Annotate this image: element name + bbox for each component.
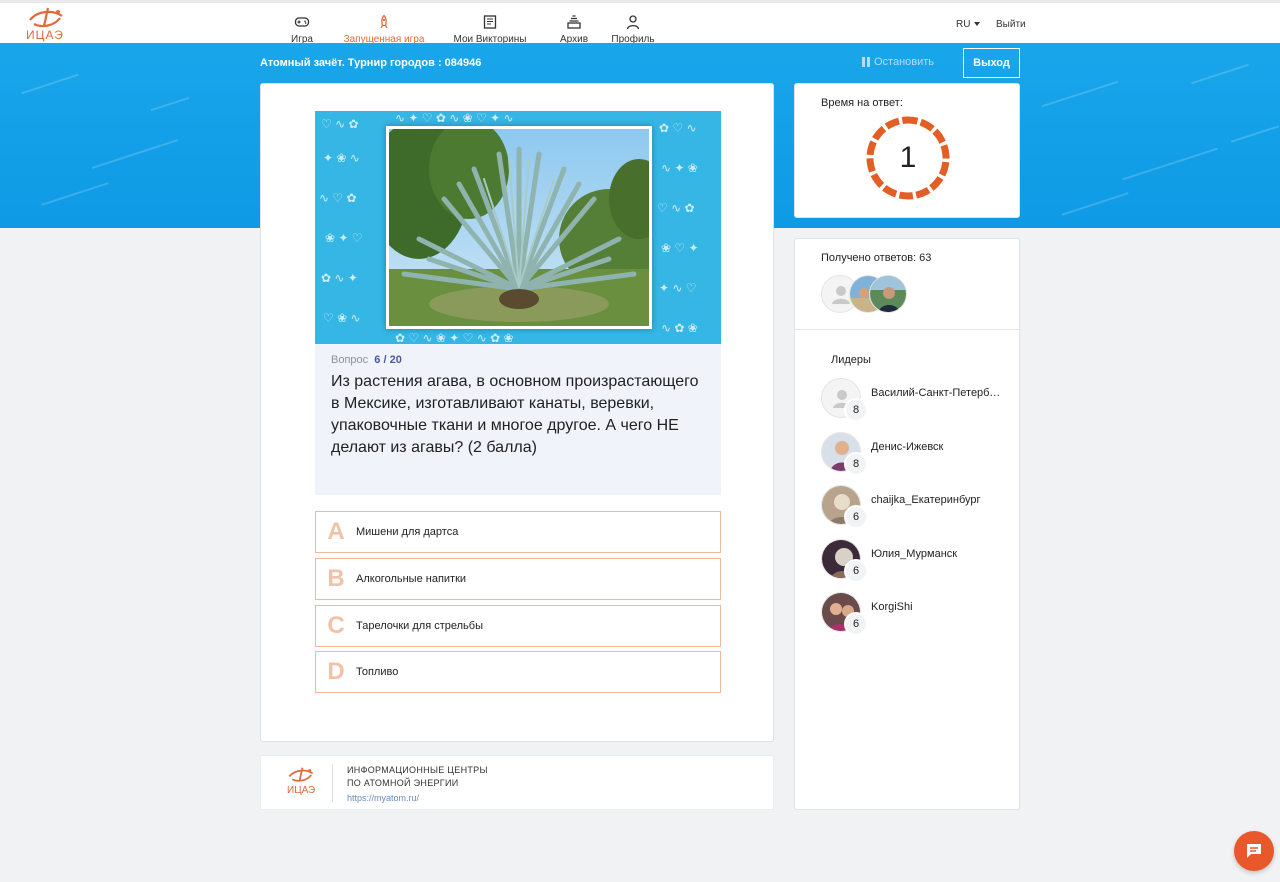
leader-score: 6: [844, 505, 868, 529]
answer-letter: B: [327, 565, 345, 592]
caret-down-icon: [974, 22, 981, 27]
avatar-photo: [870, 276, 906, 312]
question-label: Вопрос: [331, 354, 369, 366]
answer-letter: D: [327, 658, 345, 685]
question-number: 6: [374, 354, 381, 366]
question-image: ♡ ∿ ✿ ✦ ❀ ∿ ∿ ♡ ✿ ❀ ✦ ♡ ✿ ∿ ✦ ♡ ❀ ∿ ✿ ♡ …: [315, 111, 721, 344]
leader-score: 8: [844, 452, 868, 476]
footer-logo: ИЦАЭ: [285, 766, 317, 800]
agave-plant-image: [389, 129, 649, 326]
stop-button[interactable]: Остановить: [862, 56, 934, 68]
answer-option-a[interactable]: A Мишени для дартса: [315, 511, 721, 553]
logout-link[interactable]: Выйти: [996, 19, 1026, 30]
leader-name: Юлия_Мурманск: [871, 548, 958, 560]
leader-item: 6 KorgiShi: [821, 592, 1011, 636]
leader-name: Василий-Санкт-Петербург: [871, 387, 1001, 399]
pause-icon: [862, 57, 870, 67]
leader-score: 8: [844, 398, 868, 422]
nav-item-profile[interactable]: Профиль: [607, 8, 659, 46]
stop-button-label: Остановить: [874, 56, 935, 68]
stats-divider: [795, 329, 1021, 330]
answer-text: Алкогольные напитки: [356, 573, 467, 585]
footer-card: ИЦАЭ ИНФОРМАЦИОННЫЕ ЦЕНТРЫ ПО АТОМНОЙ ЭН…: [260, 755, 774, 810]
leader-name: Денис-Ижевск: [871, 441, 944, 453]
timer-label: Время на ответ:: [821, 97, 903, 109]
footer-logo-text: ИЦАЭ: [287, 785, 316, 796]
question-total: / 20: [383, 354, 402, 366]
leader-item: 6 Юлия_Мурманск: [821, 539, 1011, 583]
footer-divider: [332, 764, 333, 802]
timer-card: Время на ответ: 1: [794, 83, 1020, 218]
logo-text: ИЦАЭ: [26, 28, 64, 42]
question-counter: Вопрос 6 / 20: [331, 354, 705, 366]
leader-item: 6 chaijka_Екатеринбург: [821, 485, 1011, 529]
rocket-icon: [380, 14, 388, 29]
agave-photo: [386, 126, 652, 329]
exit-button[interactable]: Выход: [963, 48, 1020, 78]
brand-logo[interactable]: ИЦАЭ: [24, 6, 68, 44]
leader-score: 6: [844, 612, 868, 636]
atom-logo-icon: [29, 7, 63, 28]
leader-item: 8 Денис-Ижевск: [821, 432, 1011, 476]
answer-letter: C: [327, 612, 345, 639]
language-selector[interactable]: RU: [956, 19, 981, 30]
avatar: [869, 275, 907, 313]
responses-count: Получено ответов: 63: [821, 252, 932, 264]
footer-org-line1: ИНФОРМАЦИОННЫЕ ЦЕНТРЫ: [347, 765, 488, 775]
leader-name: KorgiShi: [871, 601, 913, 613]
answer-text: Мишени для дартса: [356, 526, 459, 538]
timer-value: 1: [899, 141, 917, 174]
leader-item: 8 Василий-Санкт-Петербург: [821, 378, 1011, 422]
leader-score: 6: [844, 559, 868, 583]
answer-letter: A: [327, 518, 345, 545]
leader-name: chaijka_Екатеринбург: [871, 494, 981, 506]
answer-option-c[interactable]: C Тарелочки для стрельбы: [315, 605, 721, 647]
top-navbar: ИЦАЭ Игра Запущенная игра Мои Викторины …: [0, 0, 1280, 46]
book-icon: [483, 15, 497, 29]
chat-icon: [1247, 844, 1261, 858]
leaders-title: Лидеры: [831, 354, 871, 366]
footer-org-line2: ПО АТОМНОЙ ЭНЕРГИИ: [347, 778, 459, 788]
nav-item-my-quizzes[interactable]: Мои Викторины: [441, 8, 539, 46]
archive-icon: [567, 15, 581, 29]
question-body: Вопрос 6 / 20 Из растения агава, в основ…: [315, 344, 721, 495]
answer-option-d[interactable]: D Топливо: [315, 651, 721, 693]
user-icon: [626, 15, 640, 30]
footer-link[interactable]: https://myatom.ru/: [347, 793, 419, 803]
main-nav: Игра Запущенная игра Мои Викторины Архив…: [280, 8, 659, 46]
atom-logo-icon: [288, 767, 314, 782]
question-text: Из растения агава, в основном произраста…: [331, 373, 699, 456]
answer-text: Тарелочки для стрельбы: [356, 620, 483, 632]
question-card: ♡ ∿ ✿ ✦ ❀ ∿ ∿ ♡ ✿ ❀ ✦ ♡ ✿ ∿ ✦ ♡ ❀ ∿ ✿ ♡ …: [260, 83, 774, 742]
gamepad-icon: [294, 17, 310, 27]
game-title: Атомный зачёт. Турнир городов : 084946: [260, 57, 482, 69]
answer-text: Топливо: [356, 666, 399, 678]
nav-item-running-game[interactable]: Запущенная игра: [330, 8, 438, 46]
language-value: RU: [956, 19, 971, 30]
stats-card: Получено ответов: 63 Лидеры 8 Василий-Са…: [794, 238, 1021, 810]
nav-item-archive[interactable]: Архив: [549, 8, 599, 46]
nav-item-game[interactable]: Игра: [280, 8, 324, 46]
chat-button[interactable]: [1234, 831, 1274, 871]
answer-option-b[interactable]: B Алкогольные напитки: [315, 558, 721, 600]
